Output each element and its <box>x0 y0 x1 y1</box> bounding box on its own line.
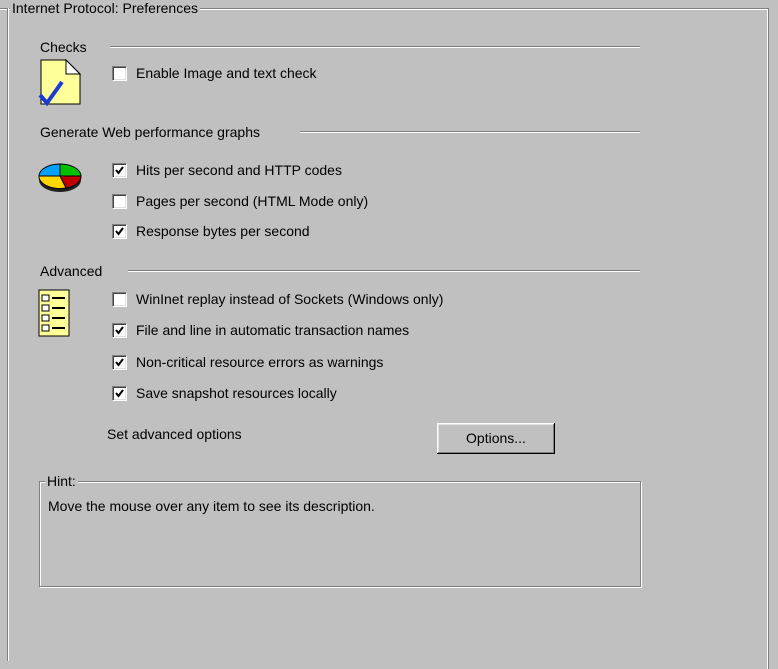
pages-per-second-row[interactable]: Pages per second (HTML Mode only) <box>112 192 368 210</box>
hint-text: Move the mouse over any item to see its … <box>48 498 375 514</box>
preferences-group-title: Internet Protocol: Preferences <box>10 0 200 16</box>
response-bytes-row[interactable]: Response bytes per second <box>112 222 310 240</box>
hint-title: Hint: <box>45 472 78 490</box>
hits-per-second-checkbox[interactable] <box>112 162 127 178</box>
non-critical-errors-label: Non-critical resource errors as warnings <box>136 354 384 370</box>
wininet-replay-label: WinInet replay instead of Sockets (Windo… <box>136 291 444 307</box>
checklist-document-icon <box>38 58 82 107</box>
save-snapshot-row[interactable]: Save snapshot resources locally <box>112 384 337 402</box>
enable-image-text-check-label: Enable Image and text check <box>136 65 317 81</box>
checks-section-divider <box>110 46 640 47</box>
advanced-section-divider <box>128 270 640 271</box>
graphs-section-divider <box>300 131 640 132</box>
pages-per-second-checkbox[interactable] <box>112 193 127 209</box>
save-snapshot-label: Save snapshot resources locally <box>136 385 337 401</box>
graphs-section-header: Generate Web performance graphs <box>40 124 260 140</box>
pie-chart-icon <box>38 163 82 192</box>
response-bytes-label: Response bytes per second <box>136 223 310 239</box>
response-bytes-checkbox[interactable] <box>112 223 127 239</box>
set-advanced-options-label: Set advanced options <box>107 426 242 442</box>
non-critical-errors-checkbox[interactable] <box>112 354 127 370</box>
save-snapshot-checkbox[interactable] <box>112 385 127 401</box>
file-line-transaction-label: File and line in automatic transaction n… <box>136 322 410 338</box>
file-line-transaction-checkbox[interactable] <box>112 322 127 338</box>
wininet-replay-checkbox[interactable] <box>112 291 127 307</box>
hits-per-second-label: Hits per second and HTTP codes <box>136 162 342 178</box>
hits-per-second-row[interactable]: Hits per second and HTTP codes <box>112 161 342 179</box>
enable-image-text-check-row[interactable]: Enable Image and text check <box>112 64 317 82</box>
wininet-replay-row[interactable]: WinInet replay instead of Sockets (Windo… <box>112 290 443 308</box>
file-line-transaction-row[interactable]: File and line in automatic transaction n… <box>112 321 409 339</box>
options-button[interactable]: Options... <box>437 423 555 454</box>
settings-list-icon <box>38 289 70 337</box>
enable-image-text-check-checkbox[interactable] <box>112 65 127 81</box>
non-critical-errors-row[interactable]: Non-critical resource errors as warnings <box>112 353 383 371</box>
checks-section-header: Checks <box>40 39 87 55</box>
pages-per-second-label: Pages per second (HTML Mode only) <box>136 193 369 209</box>
frame-left-edge <box>7 8 8 661</box>
advanced-section-header: Advanced <box>40 263 103 279</box>
